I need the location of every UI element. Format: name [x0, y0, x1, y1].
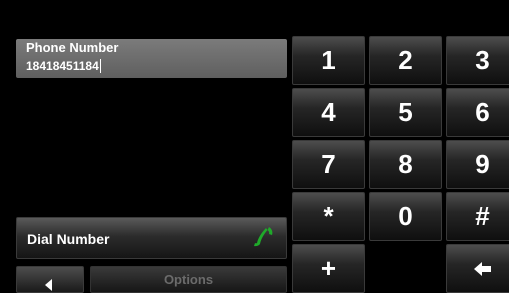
top-bar: [0, 0, 509, 34]
key-1[interactable]: 1: [292, 36, 365, 85]
options-button[interactable]: Options: [90, 266, 287, 293]
key-3[interactable]: 3: [446, 36, 509, 85]
key-0[interactable]: 0: [369, 192, 442, 241]
back-arrow-icon: [45, 279, 52, 291]
phone-number-value: 18418451184: [26, 59, 99, 73]
key-2[interactable]: 2: [369, 36, 442, 85]
phone-number-display[interactable]: Phone Number 18418451184: [16, 39, 287, 78]
dial-number-label: Dial Number: [27, 231, 110, 247]
backspace-arrow-icon: [473, 261, 491, 276]
backspace-button[interactable]: [446, 244, 509, 293]
back-button[interactable]: [16, 266, 84, 293]
key-5[interactable]: 5: [369, 88, 442, 137]
key-4[interactable]: 4: [292, 88, 365, 137]
phone-icon: [254, 227, 273, 247]
dial-number-button[interactable]: Dial Number: [16, 217, 287, 259]
key-star[interactable]: *: [292, 192, 365, 241]
text-caret: [99, 59, 101, 73]
key-6[interactable]: 6: [446, 88, 509, 137]
key-7[interactable]: 7: [292, 140, 365, 189]
phone-number-field[interactable]: 18418451184: [26, 59, 101, 73]
key-hash[interactable]: #: [446, 192, 509, 241]
key-9[interactable]: 9: [446, 140, 509, 189]
key-plus[interactable]: +: [292, 244, 365, 293]
key-8[interactable]: 8: [369, 140, 442, 189]
phone-number-label: Phone Number: [26, 40, 119, 55]
